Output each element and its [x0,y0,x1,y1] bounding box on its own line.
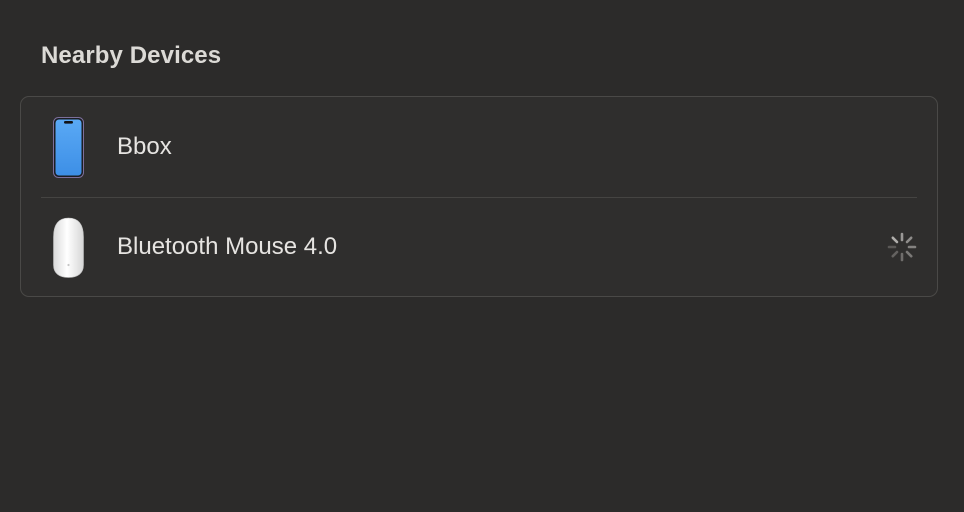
section-title: Nearby Devices [41,42,222,69]
magic-mouse-icon [53,217,84,278]
bluetooth-settings-page: Nearby Devices Bbox Bluetooth Mouse 4.0 [0,0,964,512]
nearby-devices-list: Bbox Bluetooth Mouse 4.0 [20,96,938,297]
device-row-bbox[interactable]: Bbox [21,97,937,197]
device-name: Bluetooth Mouse 4.0 [117,233,338,260]
loading-spinner-icon [887,232,917,262]
device-name: Bbox [117,133,172,160]
device-row-bluetooth-mouse[interactable]: Bluetooth Mouse 4.0 [21,197,937,297]
iphone-icon [53,116,84,178]
